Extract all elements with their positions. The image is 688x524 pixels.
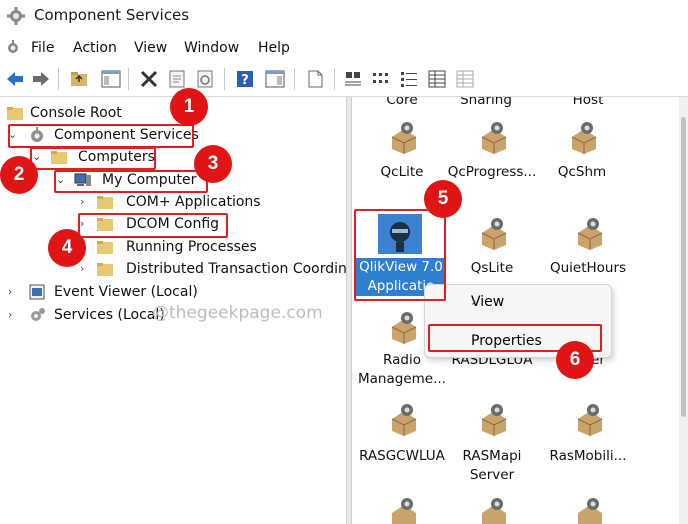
refresh-icon[interactable] [194,68,216,90]
dcom-app-icon [391,312,417,344]
step-badge-1: 1 [170,88,208,126]
dcom-app-icon [481,218,507,250]
svg-text:?: ? [241,73,249,88]
help-icon[interactable]: ? [234,68,256,90]
delete-icon[interactable] [138,68,160,90]
list-item[interactable]: Core [354,97,450,111]
folder-icon [7,107,23,120]
list-view-icon[interactable] [398,68,420,90]
large-icons-view-icon[interactable] [342,68,364,90]
dcom-app-icon[interactable] [386,497,422,524]
event-viewer-icon [29,284,45,300]
step-badge-5: 5 [424,180,462,218]
show-console-tree-icon[interactable] [100,68,122,90]
step-badge-2: 2 [0,156,38,194]
context-menu-view[interactable]: View › [425,288,611,316]
menu-bar: File Action View Window Help [0,36,688,62]
tree-label: Running Processes [126,239,257,255]
forward-arrow-icon[interactable] [30,68,52,90]
menu-help[interactable]: Help [258,40,290,56]
show-hide-action-pane-icon[interactable] [264,68,286,90]
dcom-app-icon [391,122,417,154]
dcom-app-quiethours[interactable]: QuietHours [540,217,636,283]
tree-event-viewer[interactable]: › Event Viewer (Local) [8,282,208,304]
menu-file[interactable]: File [31,40,54,56]
dcom-app-qcprogress[interactable]: QcProgress... [444,121,540,187]
dcom-app-icon [481,404,507,436]
chevron-right-icon[interactable]: › [80,262,90,275]
watermark: @thegeekpage.com [152,303,323,323]
tree-services-local[interactable]: › Services (Local) [8,305,165,327]
highlight-box-dcom-config [78,213,228,238]
folder-icon [97,263,113,276]
tree-com-applications[interactable]: › COM+ Applications [80,192,280,214]
list-item[interactable]: Sharing [438,97,534,111]
folder-icon [97,241,113,254]
chevron-right-icon: › [471,294,477,310]
tree-label: Services (Local) [54,307,165,323]
dcom-app-icon[interactable] [476,497,512,524]
dcom-app-qclite[interactable]: QcLite [354,121,450,187]
menu-view[interactable]: View [134,40,167,56]
step-badge-4: 4 [48,229,86,267]
dcom-app-rasgcwlua[interactable]: RASGCWLUA [354,403,450,469]
export-list-icon[interactable] [454,68,476,90]
detail-view-icon[interactable] [426,68,448,90]
menu-window[interactable]: Window [184,40,239,56]
tree-label: Distributed Transaction Coordinator [126,261,346,277]
properties-icon[interactable] [166,68,188,90]
system-menu-icon[interactable] [4,38,22,56]
step-badge-6: 6 [556,341,594,379]
dcom-app-icon [577,218,603,250]
chevron-right-icon[interactable]: › [8,285,18,298]
chevron-right-icon[interactable]: › [8,308,18,321]
list-item[interactable]: Host [540,97,636,111]
dcom-app-rasmapi-server[interactable]: RASMapi Server [444,403,540,483]
new-window-icon[interactable] [304,68,326,90]
dcom-app-rasmobility[interactable]: RasMobili... [540,403,636,469]
highlight-box-qlikview [354,209,446,301]
tree-distributed-transaction-coordinator[interactable]: › Distributed Transaction Coordinator [80,259,346,281]
title-bar: Component Services [0,0,688,34]
services-gear-icon [31,308,45,321]
dcom-app-icon [571,122,597,154]
tree-label: COM+ Applications [126,194,261,210]
back-arrow-icon[interactable] [4,68,26,90]
vertical-scrollbar[interactable] [679,97,688,524]
tree-running-processes[interactable]: › Running Processes [80,237,280,259]
dcom-app-icon [577,404,603,436]
window-title: Component Services [34,6,190,24]
dcom-app-qslite[interactable]: QsLite [444,217,540,283]
highlight-box-component-services [8,124,194,148]
highlight-box-computers [30,147,156,170]
tree-label: Console Root [30,105,122,121]
toolbar: ? [0,64,688,94]
folder-icon [97,196,113,209]
dcom-app-qcshm[interactable]: QcShm [534,121,630,187]
component-services-window: Component Services File Action View Wind… [0,0,688,524]
component-services-icon [7,7,25,25]
menu-action[interactable]: Action [73,40,117,56]
small-icons-view-icon[interactable] [370,68,392,90]
chevron-right-icon[interactable]: › [80,195,90,208]
dcom-app-icon[interactable] [572,497,608,524]
highlight-box-my-computer [54,170,208,193]
scroll-thumb[interactable] [681,117,686,417]
up-folder-icon[interactable] [68,68,90,90]
dcom-app-icon [481,122,507,154]
dcom-app-icon [391,404,417,436]
tree-label: Event Viewer (Local) [54,284,198,300]
step-badge-3: 3 [194,145,232,183]
